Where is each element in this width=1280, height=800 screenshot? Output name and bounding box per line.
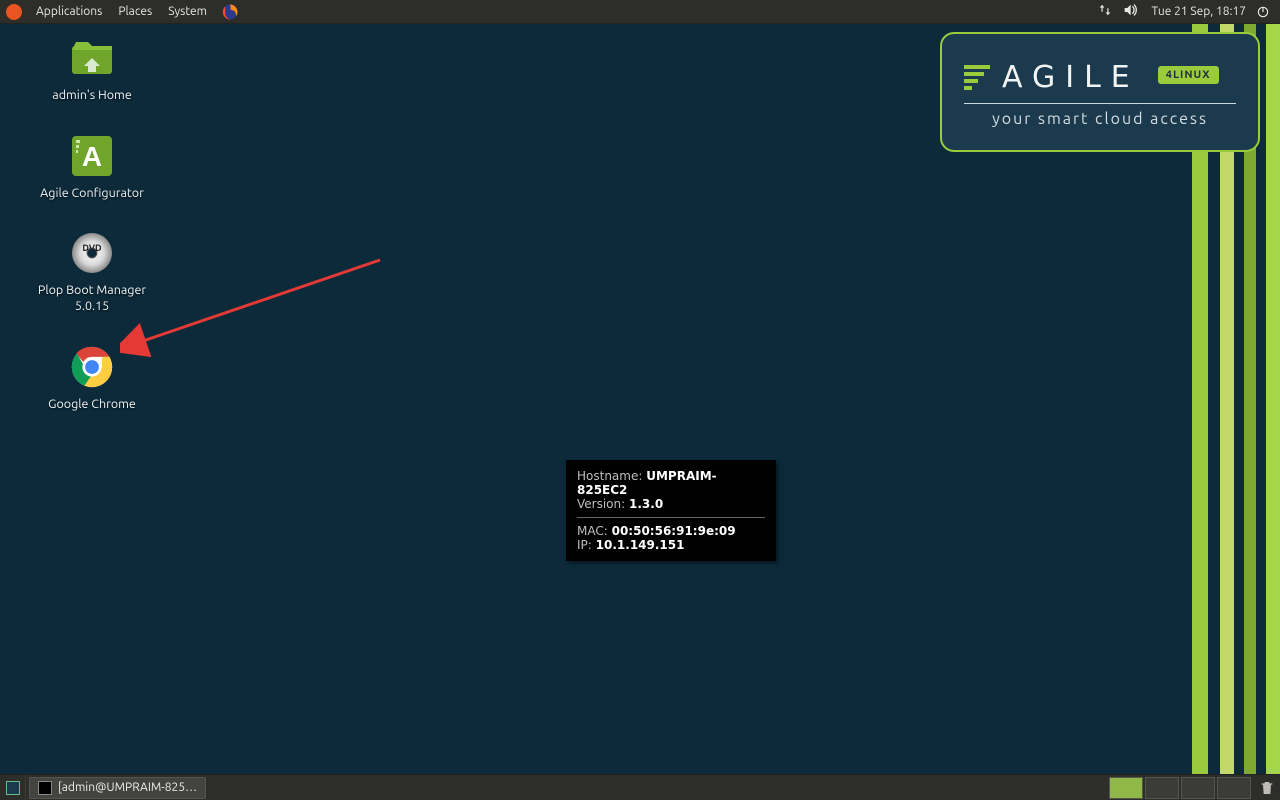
power-icon[interactable]: [1256, 5, 1270, 19]
workspace-2[interactable]: [1145, 777, 1179, 799]
workspace-pager: [1109, 777, 1251, 799]
top-panel: Applications Places System Tue 21 Sep, 1…: [0, 0, 1280, 24]
menu-system[interactable]: System: [160, 5, 215, 18]
plop-boot-manager-icon[interactable]: DVD Plop Boot Manager5.0.15: [12, 229, 172, 314]
taskbar-window-terminal[interactable]: [admin@UMPRAIM-825…: [29, 777, 206, 799]
volume-icon[interactable]: [1122, 2, 1138, 21]
clock[interactable]: Tue 21 Sep, 18:17: [1152, 5, 1246, 18]
ubuntu-logo-icon[interactable]: [6, 4, 22, 20]
show-desktop-button[interactable]: [0, 775, 26, 800]
system-info-tooltip: Hostname: UMPRAIM-825EC2 Version: 1.3.0 …: [566, 460, 776, 561]
trash-icon[interactable]: [1254, 780, 1280, 796]
version-value: 1.3.0: [629, 497, 663, 511]
network-updown-icon[interactable]: [1098, 3, 1112, 20]
hostname-key: Hostname:: [577, 469, 642, 483]
ip-value: 10.1.149.151: [596, 538, 685, 552]
menu-places[interactable]: Places: [110, 5, 160, 18]
brand-title: AGILE: [1002, 60, 1140, 95]
taskbar-window-title: [admin@UMPRAIM-825…: [58, 781, 197, 794]
brand-stripes-icon: [964, 65, 990, 90]
version-key: Version:: [577, 497, 625, 511]
bottom-panel: [admin@UMPRAIM-825…: [0, 774, 1280, 800]
brand-linux-badge: 4LINUX: [1158, 66, 1219, 84]
workspace-3[interactable]: [1181, 777, 1215, 799]
firefox-launcher-icon[interactable]: [221, 3, 239, 21]
mac-value: 00:50:56:91:9e:09: [612, 524, 736, 538]
menu-applications[interactable]: Applications: [28, 5, 110, 18]
home-folder-icon[interactable]: admin's Home: [12, 34, 172, 104]
google-chrome-icon[interactable]: Google Chrome: [12, 343, 172, 413]
mac-key: MAC:: [577, 524, 608, 538]
terminal-icon: [38, 781, 52, 795]
brand-subtitle: your smart cloud access: [964, 110, 1236, 128]
svg-text:DVD: DVD: [82, 243, 102, 253]
agile-configurator-label: Agile Configurator: [40, 186, 144, 202]
workspace-4[interactable]: [1217, 777, 1251, 799]
plop-boot-manager-label: Plop Boot Manager5.0.15: [38, 283, 146, 314]
agile-configurator-icon[interactable]: A Agile Configurator: [12, 132, 172, 202]
brand-badge: AGILE 4LINUX your smart cloud access: [940, 32, 1260, 152]
system-tray: Tue 21 Sep, 18:17: [1098, 2, 1276, 21]
svg-text:A: A: [82, 141, 102, 172]
ip-key: IP:: [577, 538, 592, 552]
desktop-icons: admin's Home A Agile Configurator DVD Pl…: [12, 34, 182, 440]
workspace-1[interactable]: [1109, 777, 1143, 799]
google-chrome-label: Google Chrome: [48, 397, 136, 413]
home-folder-label: admin's Home: [52, 88, 131, 104]
